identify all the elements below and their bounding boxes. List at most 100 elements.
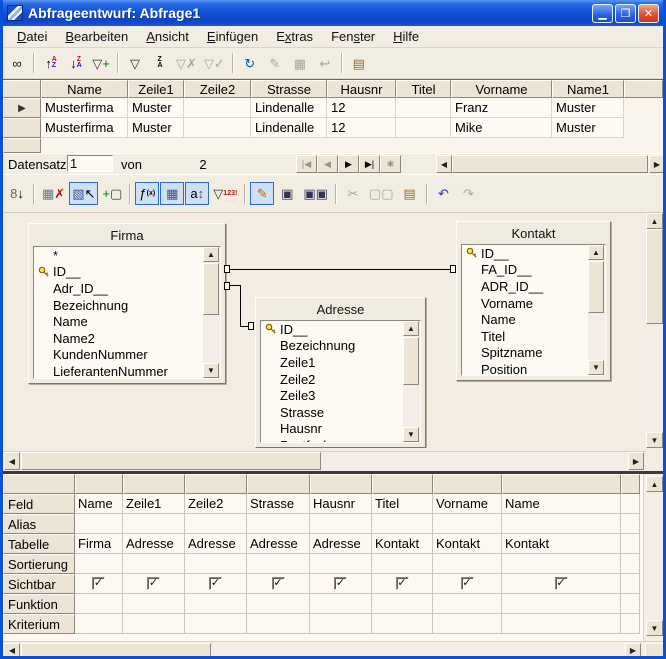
distinct-values-icon[interactable]: ▽123! [210, 182, 240, 205]
row-header[interactable] [3, 138, 41, 153]
column-header-titel[interactable]: Titel [396, 80, 451, 98]
design-grid-cell[interactable]: Strasse [247, 494, 310, 514]
design-grid-cell[interactable] [247, 594, 310, 614]
design-scroll-left-icon[interactable]: ◀ [4, 452, 20, 470]
design-grid-cell[interactable] [621, 594, 640, 614]
design-grid-cell[interactable] [621, 494, 640, 514]
scroll-down-icon[interactable]: ▼ [403, 427, 419, 442]
design-canvas[interactable]: Firma*ID__Adr_ID__BezeichnungNameName2Ku… [3, 213, 646, 448]
design-grid-cell[interactable]: Zeile1 [123, 494, 185, 514]
field-item[interactable]: Postfach [261, 437, 420, 443]
design-grid-cell[interactable] [185, 594, 247, 614]
design-grid-cell[interactable] [75, 554, 123, 574]
clear-query-icon[interactable]: ▦✗ [39, 182, 68, 205]
menu-bearbeiten[interactable]: Bearbeiten [57, 27, 136, 46]
autofilter-icon[interactable]: ▽+ [89, 52, 113, 75]
bottom-scroll-left-icon[interactable]: ◀ [4, 643, 20, 658]
visible-checkbox[interactable]: ✓ [461, 577, 474, 590]
scrollbar-thumb[interactable] [588, 261, 604, 313]
table-box-firma[interactable]: Firma*ID__Adr_ID__BezeichnungNameName2Ku… [28, 223, 226, 384]
scroll-up-icon[interactable]: ▲ [403, 321, 419, 336]
design-grid-cell[interactable]: ✓ [372, 574, 433, 594]
design-grid-column-header[interactable] [502, 474, 621, 494]
design-grid-cell[interactable]: Adresse [310, 534, 372, 554]
design-vscrollbar-thumb[interactable] [646, 229, 663, 324]
field-item[interactable]: Zeile1 [261, 354, 420, 371]
design-scroll-up-icon[interactable]: ▲ [646, 213, 663, 229]
field-list-scrollbar[interactable]: ▲▼ [588, 245, 605, 375]
save-icon[interactable]: ▣ [275, 182, 299, 205]
menu-einfgen[interactable]: Einfügen [199, 27, 266, 46]
field-item[interactable]: Titel [462, 328, 605, 345]
design-grid-cell[interactable] [502, 614, 621, 634]
join-connector[interactable] [224, 282, 230, 290]
grid-cell[interactable]: Musterfirma [41, 118, 128, 138]
field-item[interactable]: KundenNummer [34, 347, 220, 364]
row-header-corner[interactable] [3, 80, 41, 98]
design-grid-cell[interactable] [185, 554, 247, 574]
design-hscrollbar-thumb[interactable] [21, 452, 321, 470]
table-box-kontakt[interactable]: KontaktID__FA_ID__ADR_ID__VornameNameTit… [456, 221, 611, 381]
design-grid-cell[interactable] [621, 514, 640, 534]
row-label-funktion[interactable]: Funktion [3, 594, 75, 614]
design-grid-cell[interactable]: Adresse [185, 534, 247, 554]
column-header-vorname[interactable]: Vorname [451, 80, 552, 98]
menu-hilfe[interactable]: Hilfe [385, 27, 427, 46]
design-grid-cell[interactable]: Vorname [433, 494, 502, 514]
design-grid-cell[interactable]: ✓ [433, 574, 502, 594]
visible-checkbox[interactable]: ✓ [147, 577, 160, 590]
row-label-alias[interactable]: Alias [3, 514, 75, 534]
field-list-scrollbar[interactable]: ▲▼ [203, 247, 220, 378]
paste-icon[interactable]: ▤ [398, 182, 422, 205]
design-grid-cell[interactable]: Kontakt [433, 534, 502, 554]
design-grid-cell[interactable] [247, 614, 310, 634]
visible-checkbox[interactable]: ✓ [272, 577, 285, 590]
scroll-up-icon[interactable]: ▲ [588, 245, 604, 260]
grid-cell[interactable]: Mike [451, 118, 552, 138]
design-grid-column-header[interactable] [247, 474, 310, 494]
visible-checkbox[interactable]: ✓ [396, 577, 409, 590]
column-header-hausnr[interactable]: Hausnr [327, 80, 396, 98]
design-grid-cell[interactable] [247, 554, 310, 574]
design-grid-cell[interactable] [310, 514, 372, 534]
design-grid-cell[interactable] [310, 594, 372, 614]
design-grid-cell[interactable]: Hausnr [310, 494, 372, 514]
design-grid-column-header[interactable] [75, 474, 123, 494]
field-item[interactable]: Strasse [261, 404, 420, 421]
scroll-down-icon[interactable]: ▼ [203, 363, 219, 378]
grid-cell[interactable] [396, 118, 451, 138]
design-grid-cell[interactable] [433, 614, 502, 634]
field-item[interactable]: ID__ [261, 321, 420, 338]
grid-cell[interactable]: Lindenalle [251, 98, 327, 118]
design-grid-cell[interactable]: Firma [75, 534, 123, 554]
navigator-scrollbar-thumb[interactable] [452, 155, 648, 173]
row-label-tabelle[interactable]: Tabelle [3, 534, 75, 554]
design-grid-cell[interactable]: Name [75, 494, 123, 514]
design-grid-cell[interactable] [247, 514, 310, 534]
alias-icon[interactable]: a↕ [185, 182, 209, 205]
column-header-name[interactable]: Name [41, 80, 128, 98]
join-line-firma-kontakt[interactable] [230, 269, 452, 270]
design-grid-vertical-scrollbar[interactable]: ▲ ▼ [643, 474, 663, 641]
visible-checkbox[interactable]: ✓ [555, 577, 568, 590]
design-scroll-down-icon[interactable]: ▼ [646, 432, 663, 448]
field-item[interactable]: Adr_ID__ [34, 280, 220, 297]
table-box-adresse[interactable]: AdresseID__BezeichnungZeile1Zeile2Zeile3… [255, 297, 426, 448]
field-item[interactable]: Spitzname [462, 345, 605, 362]
grid-cell[interactable]: Franz [451, 98, 552, 118]
design-grid-column-header[interactable] [621, 474, 640, 494]
titlebar[interactable]: Abfrageentwurf: Abfrage1 ▁❒✕ [3, 0, 663, 26]
visible-checkbox[interactable]: ✓ [334, 577, 347, 590]
sort-ascending-icon[interactable]: ↑AZ [39, 52, 63, 75]
design-grid-cell[interactable]: Name [502, 494, 621, 514]
column-header-strasse[interactable]: Strasse [251, 80, 327, 98]
run-query-icon[interactable]: 8↓ [5, 182, 29, 205]
join-connector[interactable] [450, 265, 456, 273]
field-item[interactable]: ID__ [34, 264, 220, 281]
design-grid-cell[interactable] [185, 514, 247, 534]
maximize-button[interactable]: ❒ [615, 4, 636, 23]
design-grid-cell[interactable]: Titel [372, 494, 433, 514]
sort-order-icon[interactable]: ZA [148, 52, 172, 75]
design-grid-cell[interactable] [372, 594, 433, 614]
design-grid-cell[interactable]: ✓ [247, 574, 310, 594]
